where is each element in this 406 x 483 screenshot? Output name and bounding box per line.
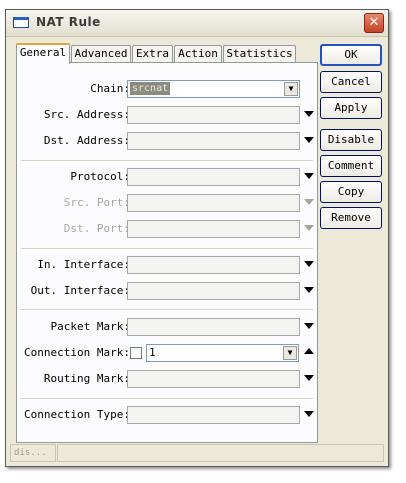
out-interface-field[interactable] — [127, 282, 300, 300]
connection-type-dropdown-icon[interactable] — [304, 411, 314, 417]
tab-extra[interactable]: Extra — [132, 45, 173, 62]
routing-mark-label: Routing Mark: — [43, 372, 130, 385]
chain-label: Chain: — [90, 82, 130, 95]
general-panel: Chain: srcnat ▼ Src. Address: Dst. Addre… — [16, 62, 318, 443]
protocol-row: Protocol: — [17, 168, 317, 186]
out-interface-row: Out. Interface: — [17, 282, 317, 300]
src-address-label: Src. Address: — [43, 108, 130, 121]
dst-port-label: Dst. Port: — [63, 222, 130, 235]
out-interface-label: Out. Interface: — [30, 284, 130, 297]
connection-mark-collapse-icon[interactable] — [304, 348, 314, 354]
connection-mark-combo[interactable]: 1 ▼ — [146, 344, 299, 362]
connection-mark-value: 1 — [149, 346, 156, 359]
routing-mark-row: Routing Mark: — [17, 370, 317, 388]
separator — [21, 248, 313, 250]
packet-mark-row: Packet Mark: — [17, 318, 317, 336]
nat-rule-window: NAT Rule ✕ General Advanced Extra Action… — [5, 9, 389, 467]
apply-button[interactable]: Apply — [320, 97, 382, 119]
in-interface-field[interactable] — [127, 256, 300, 274]
tab-statistics[interactable]: Statistics — [223, 45, 296, 62]
connection-type-row: Connection Type: — [17, 406, 317, 424]
src-address-dropdown-icon[interactable] — [304, 111, 314, 117]
in-interface-dropdown-icon[interactable] — [304, 261, 314, 267]
cancel-button[interactable]: Cancel — [320, 71, 382, 93]
title-bar[interactable]: NAT Rule ✕ — [6, 10, 388, 37]
window-title: NAT Rule — [36, 15, 101, 29]
packet-mark-dropdown-icon[interactable] — [304, 323, 314, 329]
src-address-row: Src. Address: — [17, 106, 317, 124]
status-state: dis... — [10, 444, 56, 462]
tab-general[interactable]: General — [16, 43, 70, 64]
protocol-dropdown-icon[interactable] — [304, 173, 314, 179]
separator — [21, 309, 313, 311]
protocol-label: Protocol: — [70, 170, 130, 183]
comment-button[interactable]: Comment — [320, 155, 382, 177]
protocol-field[interactable] — [127, 168, 300, 186]
dst-address-field[interactable] — [127, 132, 300, 150]
connection-type-label: Connection Type: — [24, 408, 130, 421]
connection-mark-combo-arrow-icon[interactable]: ▼ — [283, 346, 297, 360]
dst-port-row: Dst. Port: — [17, 220, 317, 238]
in-interface-row: In. Interface: — [17, 256, 317, 274]
chain-value: srcnat — [130, 82, 171, 95]
dst-port-dropdown-icon — [304, 225, 314, 231]
dst-address-dropdown-icon[interactable] — [304, 137, 314, 143]
tab-advanced[interactable]: Advanced — [71, 45, 131, 62]
separator — [21, 160, 313, 162]
connection-mark-negate-checkbox[interactable] — [130, 347, 142, 359]
separator — [21, 398, 313, 400]
dst-port-field — [127, 220, 300, 238]
connection-mark-label: Connection Mark: — [24, 346, 130, 359]
chain-row: Chain: srcnat ▼ — [17, 80, 317, 98]
chain-select[interactable]: srcnat ▼ — [127, 80, 300, 98]
src-port-label: Src. Port: — [63, 196, 130, 209]
routing-mark-field[interactable] — [127, 370, 300, 388]
src-port-row: Src. Port: — [17, 194, 317, 212]
status-bar: dis... — [10, 444, 384, 462]
ok-button[interactable]: OK — [320, 44, 382, 66]
window-icon — [13, 17, 29, 28]
src-port-dropdown-icon — [304, 199, 314, 205]
chain-combo-arrow-icon[interactable]: ▼ — [284, 82, 298, 96]
routing-mark-dropdown-icon[interactable] — [304, 375, 314, 381]
out-interface-dropdown-icon[interactable] — [304, 287, 314, 293]
disable-button[interactable]: Disable — [320, 129, 382, 151]
close-button[interactable]: ✕ — [364, 13, 384, 33]
dst-address-label: Dst. Address: — [43, 134, 130, 147]
packet-mark-label: Packet Mark: — [50, 320, 130, 333]
src-port-field — [127, 194, 300, 212]
tab-action[interactable]: Action — [174, 45, 222, 62]
connection-mark-row: Connection Mark: 1 ▼ — [17, 344, 317, 362]
packet-mark-field[interactable] — [127, 318, 300, 336]
remove-button[interactable]: Remove — [320, 207, 382, 229]
status-message — [57, 444, 384, 462]
in-interface-label: In. Interface: — [37, 258, 130, 271]
connection-type-field[interactable] — [127, 406, 300, 424]
dst-address-row: Dst. Address: — [17, 132, 317, 150]
src-address-field[interactable] — [127, 106, 300, 124]
copy-button[interactable]: Copy — [320, 181, 382, 203]
